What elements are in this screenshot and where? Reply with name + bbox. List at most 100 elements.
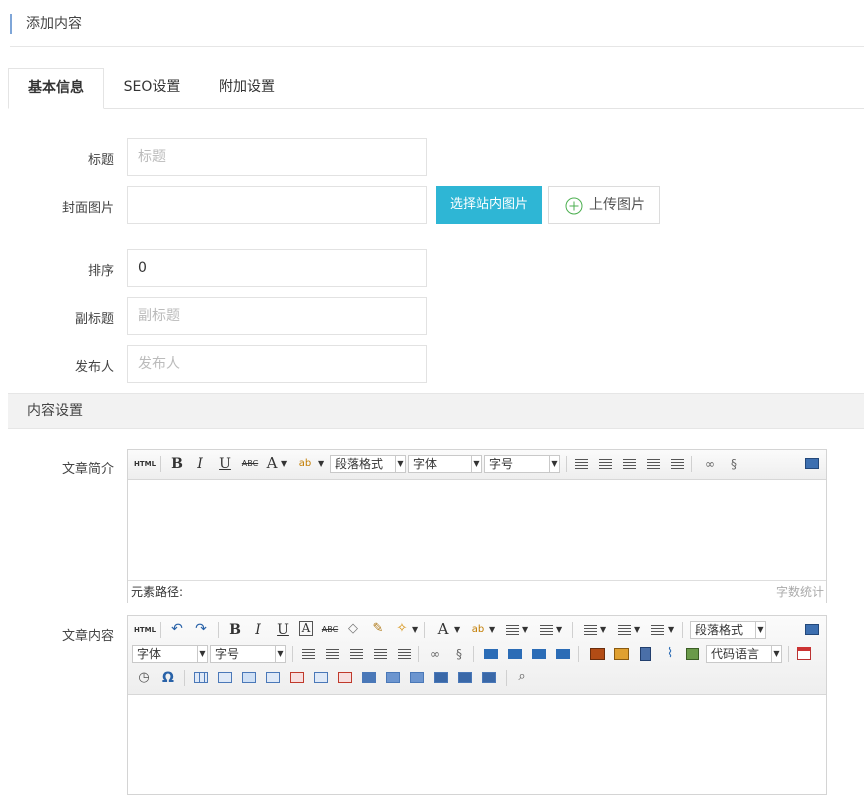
chevron-down-icon[interactable]: ▼	[454, 621, 460, 639]
chevron-down-icon[interactable]: ▼	[522, 621, 528, 639]
split-to-rows-icon[interactable]	[458, 672, 472, 683]
align-justify-icon[interactable]	[398, 649, 411, 659]
chevron-down-icon[interactable]: ▼	[281, 455, 287, 473]
font-color-button[interactable]: A	[436, 620, 450, 638]
align-justify-icon[interactable]	[671, 459, 684, 469]
font-border-button[interactable]: A	[299, 621, 313, 636]
subtitle-label: 副标题	[74, 312, 114, 327]
map-icon[interactable]	[686, 648, 699, 660]
chevron-down-icon[interactable]: ▼	[668, 621, 674, 639]
calendar-icon[interactable]	[797, 647, 811, 660]
link-icon[interactable]: ∞	[427, 645, 443, 663]
publisher-input[interactable]	[127, 345, 427, 383]
align-left-icon[interactable]	[326, 649, 339, 659]
undo-icon[interactable]: ↶	[170, 620, 184, 638]
merge-down-icon[interactable]	[410, 672, 424, 683]
paragraph-format-select[interactable]: 段落格式 ▼	[330, 455, 406, 473]
paragraph-format-select[interactable]: 段落格式 ▼	[690, 621, 766, 639]
unlink-icon[interactable]: §	[451, 645, 467, 663]
background-color-button[interactable]: ab	[298, 455, 312, 473]
underline-button[interactable]: U	[276, 621, 290, 639]
insert-video-icon[interactable]	[640, 647, 651, 661]
ordered-list-icon[interactable]	[506, 625, 519, 635]
chevron-down-icon[interactable]: ▼	[318, 455, 324, 473]
chevron-down-icon[interactable]: ▼	[634, 621, 640, 639]
sort-input[interactable]	[127, 249, 427, 287]
merge-right-icon[interactable]	[386, 672, 400, 683]
chevron-down-icon: ▼	[197, 646, 207, 662]
format-brush-icon[interactable]: ✎	[370, 620, 386, 638]
row-spacing-bottom-icon[interactable]	[618, 625, 631, 635]
magic-wand-icon[interactable]: ✧	[394, 620, 410, 638]
chevron-down-icon[interactable]: ▼	[412, 621, 418, 639]
toolbar-separator	[506, 670, 507, 686]
unordered-list-icon[interactable]	[540, 625, 553, 635]
merge-cells-icon[interactable]	[362, 672, 376, 683]
delete-row-icon[interactable]	[290, 672, 304, 683]
strikethrough-button[interactable]: ABC	[241, 455, 259, 473]
font-family-select[interactable]: 字体 ▼	[132, 645, 208, 663]
align-center-icon[interactable]	[623, 459, 636, 469]
image-float-none-icon[interactable]	[532, 649, 546, 659]
bold-button[interactable]: B	[170, 455, 184, 473]
delete-column-icon[interactable]	[338, 672, 352, 683]
underline-button[interactable]: U	[218, 455, 232, 473]
subtitle-input[interactable]	[127, 297, 427, 335]
special-chars-button[interactable]: Ω	[160, 669, 176, 687]
font-family-select[interactable]: 字体 ▼	[408, 455, 482, 473]
italic-button[interactable]: I	[194, 455, 206, 473]
html-source-button[interactable]: HTML	[134, 455, 156, 473]
tab-extra-settings[interactable]: 附加设置	[206, 68, 288, 108]
redo-icon[interactable]: ↷	[194, 620, 208, 638]
bold-button[interactable]: B	[228, 621, 242, 639]
insert-paragraph-before-table-icon[interactable]	[242, 672, 256, 683]
italic-button[interactable]: I	[252, 621, 264, 639]
cover-image-input[interactable]	[127, 186, 427, 224]
code-language-select[interactable]: 代码语言 ▼	[706, 645, 782, 663]
line-height-icon[interactable]	[651, 625, 664, 635]
align-right-icon[interactable]	[374, 649, 387, 659]
upload-image-button[interactable]: 上传图片	[548, 186, 660, 224]
image-float-right-icon[interactable]	[508, 649, 522, 659]
attachment-icon[interactable]: ⌇	[662, 645, 678, 663]
tab-basic-info[interactable]: 基本信息	[8, 68, 104, 109]
eraser-icon[interactable]: ◇	[345, 620, 361, 638]
select-site-image-button[interactable]: 选择站内图片	[436, 186, 542, 224]
split-to-cols-icon[interactable]	[482, 672, 496, 683]
insert-table-icon[interactable]	[194, 672, 208, 683]
search-replace-icon[interactable]: ⌕	[514, 668, 530, 686]
publisher-label: 发布人	[74, 360, 114, 375]
align-left-icon[interactable]	[599, 459, 612, 469]
image-center-icon[interactable]	[556, 649, 570, 659]
chevron-down-icon[interactable]: ▼	[556, 621, 562, 639]
chevron-down-icon: ▼	[395, 456, 405, 472]
title-input[interactable]	[127, 138, 427, 176]
toolbar-separator	[160, 622, 161, 638]
tab-seo-settings[interactable]: SEO设置	[112, 68, 192, 108]
indent-icon[interactable]	[302, 649, 315, 659]
chevron-down-icon[interactable]: ▼	[489, 621, 495, 639]
multi-image-icon[interactable]	[614, 648, 629, 660]
link-icon[interactable]: ∞	[702, 455, 718, 473]
background-color-button[interactable]: ab	[471, 621, 485, 639]
insert-image-icon[interactable]	[590, 648, 605, 660]
row-spacing-top-icon[interactable]	[584, 625, 597, 635]
font-size-select[interactable]: 字号 ▼	[210, 645, 286, 663]
align-center-icon[interactable]	[350, 649, 363, 659]
insert-row-icon[interactable]	[266, 672, 280, 683]
split-to-cells-icon[interactable]	[434, 672, 448, 683]
chevron-down-icon[interactable]: ▼	[600, 621, 606, 639]
indent-icon[interactable]	[575, 459, 588, 469]
fullscreen-icon[interactable]	[805, 624, 819, 635]
font-color-button[interactable]: A	[265, 454, 279, 472]
delete-table-icon[interactable]	[218, 672, 232, 683]
unlink-icon[interactable]: §	[726, 455, 742, 473]
align-right-icon[interactable]	[647, 459, 660, 469]
image-float-left-icon[interactable]	[484, 649, 498, 659]
strikethrough-button[interactable]: ABC	[321, 621, 339, 639]
insert-column-icon[interactable]	[314, 672, 328, 683]
clock-icon[interactable]: ◷	[136, 669, 152, 687]
html-source-button[interactable]: HTML	[134, 621, 156, 639]
font-size-select[interactable]: 字号 ▼	[484, 455, 560, 473]
fullscreen-icon[interactable]	[805, 458, 819, 469]
